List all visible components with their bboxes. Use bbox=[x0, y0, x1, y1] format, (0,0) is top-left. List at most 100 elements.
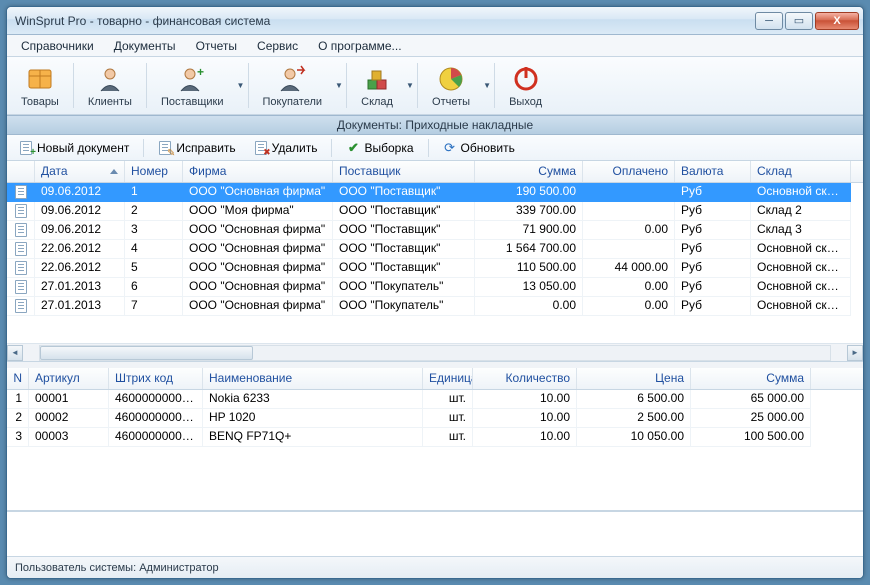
scroll-thumb[interactable] bbox=[40, 346, 253, 360]
cell-number: 4 bbox=[125, 240, 183, 259]
delete-document-button[interactable]: Удалить bbox=[246, 139, 326, 157]
cell-warehouse: Склад 2 bbox=[751, 202, 851, 221]
dropdown-arrow-icon[interactable]: ▼ bbox=[234, 81, 244, 90]
col-total[interactable]: Сумма bbox=[691, 368, 811, 389]
table-row[interactable]: 22.06.20125ООО "Основная фирма"ООО "Пост… bbox=[7, 259, 863, 278]
col-firm[interactable]: Фирма bbox=[183, 161, 333, 182]
cell-sum: 71 900.00 bbox=[475, 221, 583, 240]
cell-firm: ООО "Основная фирма" bbox=[183, 297, 333, 316]
table-row[interactable]: 27.01.20137ООО "Основная фирма"ООО "Поку… bbox=[7, 297, 863, 316]
cell-supplier: ООО "Покупатель" bbox=[333, 278, 475, 297]
col-unit[interactable]: Единица bbox=[423, 368, 473, 389]
tb-suppliers[interactable]: + Поставщики bbox=[151, 59, 234, 112]
col-number[interactable]: Номер bbox=[125, 161, 183, 182]
documents-grid: Дата Номер Фирма Поставщик Сумма Оплачен… bbox=[7, 161, 863, 362]
col-supplier[interactable]: Поставщик bbox=[333, 161, 475, 182]
col-n[interactable]: N bbox=[7, 368, 29, 389]
scroll-right-button[interactable]: ► bbox=[847, 345, 863, 361]
col-qty[interactable]: Количество bbox=[473, 368, 577, 389]
col-barcode[interactable]: Штрих код bbox=[109, 368, 203, 389]
edit-document-button[interactable]: Исправить bbox=[150, 139, 243, 157]
col-currency[interactable]: Валюта bbox=[675, 161, 751, 182]
menu-reports[interactable]: Отчеты bbox=[188, 37, 245, 55]
cell-n: 2 bbox=[7, 409, 29, 428]
menu-service[interactable]: Сервис bbox=[249, 37, 306, 55]
table-row[interactable]: 09.06.20123ООО "Основная фирма"ООО "Пост… bbox=[7, 221, 863, 240]
status-text: Пользователь системы: Администратор bbox=[15, 562, 219, 574]
cell-currency: Руб bbox=[675, 202, 751, 221]
dropdown-arrow-icon[interactable]: ▼ bbox=[403, 81, 413, 90]
minimize-button[interactable]: ─ bbox=[755, 12, 783, 30]
tb-reports[interactable]: Отчеты bbox=[422, 59, 480, 112]
tb-warehouse[interactable]: Склад bbox=[351, 59, 403, 112]
tb-goods[interactable]: Товары bbox=[11, 59, 69, 112]
dropdown-arrow-icon[interactable]: ▼ bbox=[332, 81, 342, 90]
cell-article: 00001 bbox=[29, 390, 109, 409]
doc-toolbar: Новый документ Исправить Удалить ✔ Выбор… bbox=[7, 135, 863, 161]
col-sum[interactable]: Сумма bbox=[475, 161, 583, 182]
cell-number: 1 bbox=[125, 183, 183, 202]
table-row[interactable]: 3000034600000000077BENQ FP71Q+шт.10.0010… bbox=[7, 428, 863, 447]
menu-documents[interactable]: Документы bbox=[106, 37, 184, 55]
cell-warehouse: Склад 3 bbox=[751, 221, 851, 240]
table-row[interactable]: 09.06.20122ООО "Моя фирма"ООО "Поставщик… bbox=[7, 202, 863, 221]
col-date[interactable]: Дата bbox=[35, 161, 125, 182]
grid-body[interactable]: 09.06.20121ООО "Основная фирма"ООО "Пост… bbox=[7, 183, 863, 343]
section-header: Документы: Приходные накладные bbox=[7, 115, 863, 135]
cell-price: 6 500.00 bbox=[577, 390, 691, 409]
col-article[interactable]: Артикул bbox=[29, 368, 109, 389]
tb-label: Клиенты bbox=[88, 96, 132, 108]
col-name[interactable]: Наименование bbox=[203, 368, 423, 389]
cell-barcode: 4600000000121 bbox=[109, 390, 203, 409]
cell-supplier: ООО "Поставщик" bbox=[333, 183, 475, 202]
person-arrow-icon bbox=[276, 63, 308, 95]
cell-total: 65 000.00 bbox=[691, 390, 811, 409]
table-row[interactable]: 2000024600000000107HP 1020шт.10.002 500.… bbox=[7, 409, 863, 428]
cell-total: 100 500.00 bbox=[691, 428, 811, 447]
table-row[interactable]: 27.01.20136ООО "Основная фирма"ООО "Поку… bbox=[7, 278, 863, 297]
cell-date: 22.06.2012 bbox=[35, 240, 125, 259]
col-paid[interactable]: Оплачено bbox=[583, 161, 675, 182]
cell-currency: Руб bbox=[675, 297, 751, 316]
menu-about[interactable]: О программе... bbox=[310, 37, 409, 55]
cell-sum: 1 564 700.00 bbox=[475, 240, 583, 259]
cell-paid bbox=[583, 183, 675, 202]
menu-dictionaries[interactable]: Справочники bbox=[13, 37, 102, 55]
btn-label: Обновить bbox=[461, 141, 515, 155]
close-button[interactable]: X bbox=[815, 12, 859, 30]
col-warehouse[interactable]: Склад bbox=[751, 161, 851, 182]
table-row[interactable]: 1000014600000000121Nokia 6233шт.10.006 5… bbox=[7, 390, 863, 409]
scroll-left-button[interactable]: ◄ bbox=[7, 345, 23, 361]
dropdown-arrow-icon[interactable]: ▼ bbox=[480, 81, 490, 90]
refresh-button[interactable]: ⟳ Обновить bbox=[435, 139, 523, 157]
grid-body[interactable]: 1000014600000000121Nokia 6233шт.10.006 5… bbox=[7, 390, 863, 510]
tb-exit[interactable]: Выход bbox=[499, 59, 552, 112]
h-scrollbar[interactable]: ◄ ► bbox=[7, 343, 863, 361]
titlebar[interactable]: WinSprut Pro - товарно - финансовая сист… bbox=[7, 7, 863, 35]
cell-paid: 0.00 bbox=[583, 221, 675, 240]
cell-total: 25 000.00 bbox=[691, 409, 811, 428]
cell-warehouse: Основной склад bbox=[751, 297, 851, 316]
selection-button[interactable]: ✔ Выборка bbox=[338, 139, 421, 157]
cell-unit: шт. bbox=[423, 409, 473, 428]
table-row[interactable]: 22.06.20124ООО "Основная фирма"ООО "Пост… bbox=[7, 240, 863, 259]
cell-qty: 10.00 bbox=[473, 409, 577, 428]
person-plus-icon: + bbox=[176, 63, 208, 95]
cell-date: 09.06.2012 bbox=[35, 221, 125, 240]
tb-clients[interactable]: Клиенты bbox=[78, 59, 142, 112]
cell-warehouse: Основной склад bbox=[751, 183, 851, 202]
cell-supplier: ООО "Поставщик" bbox=[333, 240, 475, 259]
row-doc-icon bbox=[7, 183, 35, 202]
cell-currency: Руб bbox=[675, 278, 751, 297]
table-row[interactable]: 09.06.20121ООО "Основная фирма"ООО "Пост… bbox=[7, 183, 863, 202]
statusbar: Пользователь системы: Администратор bbox=[7, 556, 863, 578]
scroll-track[interactable] bbox=[39, 345, 831, 361]
maximize-button[interactable]: ▭ bbox=[785, 12, 813, 30]
col-icon[interactable] bbox=[7, 161, 35, 182]
window-title: WinSprut Pro - товарно - финансовая сист… bbox=[15, 14, 755, 28]
tb-buyers[interactable]: Покупатели bbox=[253, 59, 333, 112]
cell-firm: ООО "Основная фирма" bbox=[183, 278, 333, 297]
col-price[interactable]: Цена bbox=[577, 368, 691, 389]
tb-label: Отчеты bbox=[432, 96, 470, 108]
new-document-button[interactable]: Новый документ bbox=[11, 139, 137, 157]
